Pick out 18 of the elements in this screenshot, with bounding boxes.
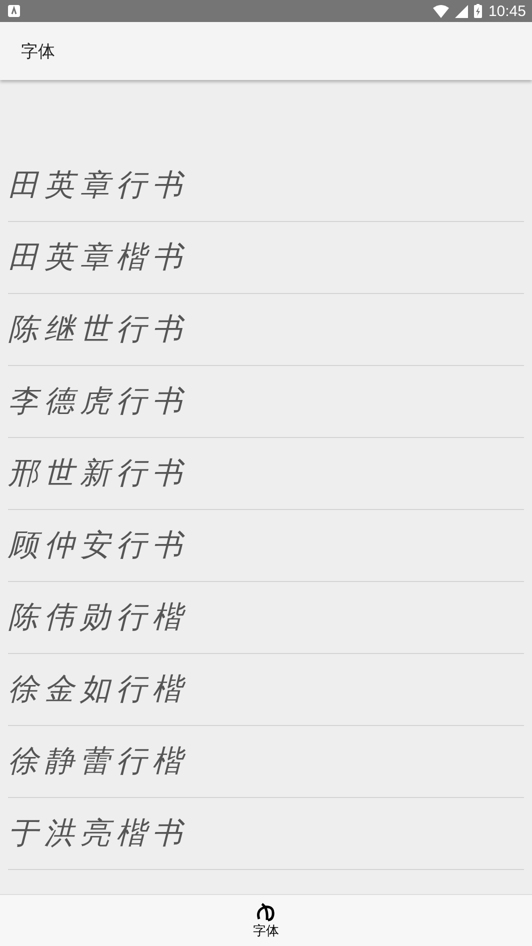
font-name[interactable]: 田英章楷书: [8, 237, 188, 278]
font-name[interactable]: 于洪亮楷书: [8, 813, 188, 854]
clock-time: 10:45: [488, 2, 526, 20]
font-name[interactable]: 李德虎行书: [8, 381, 188, 422]
font-name[interactable]: 徐金如行楷: [8, 669, 188, 710]
font-name[interactable]: 邢世新行书: [8, 453, 188, 494]
font-name[interactable]: 顾仲安行书: [8, 525, 188, 566]
font-name[interactable]: 陈伟勋行楷: [8, 597, 188, 638]
nav-tab[interactable]: 字体: [245, 895, 287, 946]
brush-stroke-icon: [256, 902, 276, 922]
signal-icon: [455, 4, 468, 18]
battery-icon: [474, 4, 482, 18]
font-name[interactable]: 田英章行书: [8, 165, 188, 206]
font-name[interactable]: 陈继世行书: [8, 309, 188, 350]
font-name[interactable]: 徐静蕾行楷: [8, 741, 188, 782]
wifi-icon: [433, 4, 450, 18]
app-bar-title: 字体: [21, 40, 55, 62]
notification-icon: [8, 5, 20, 17]
